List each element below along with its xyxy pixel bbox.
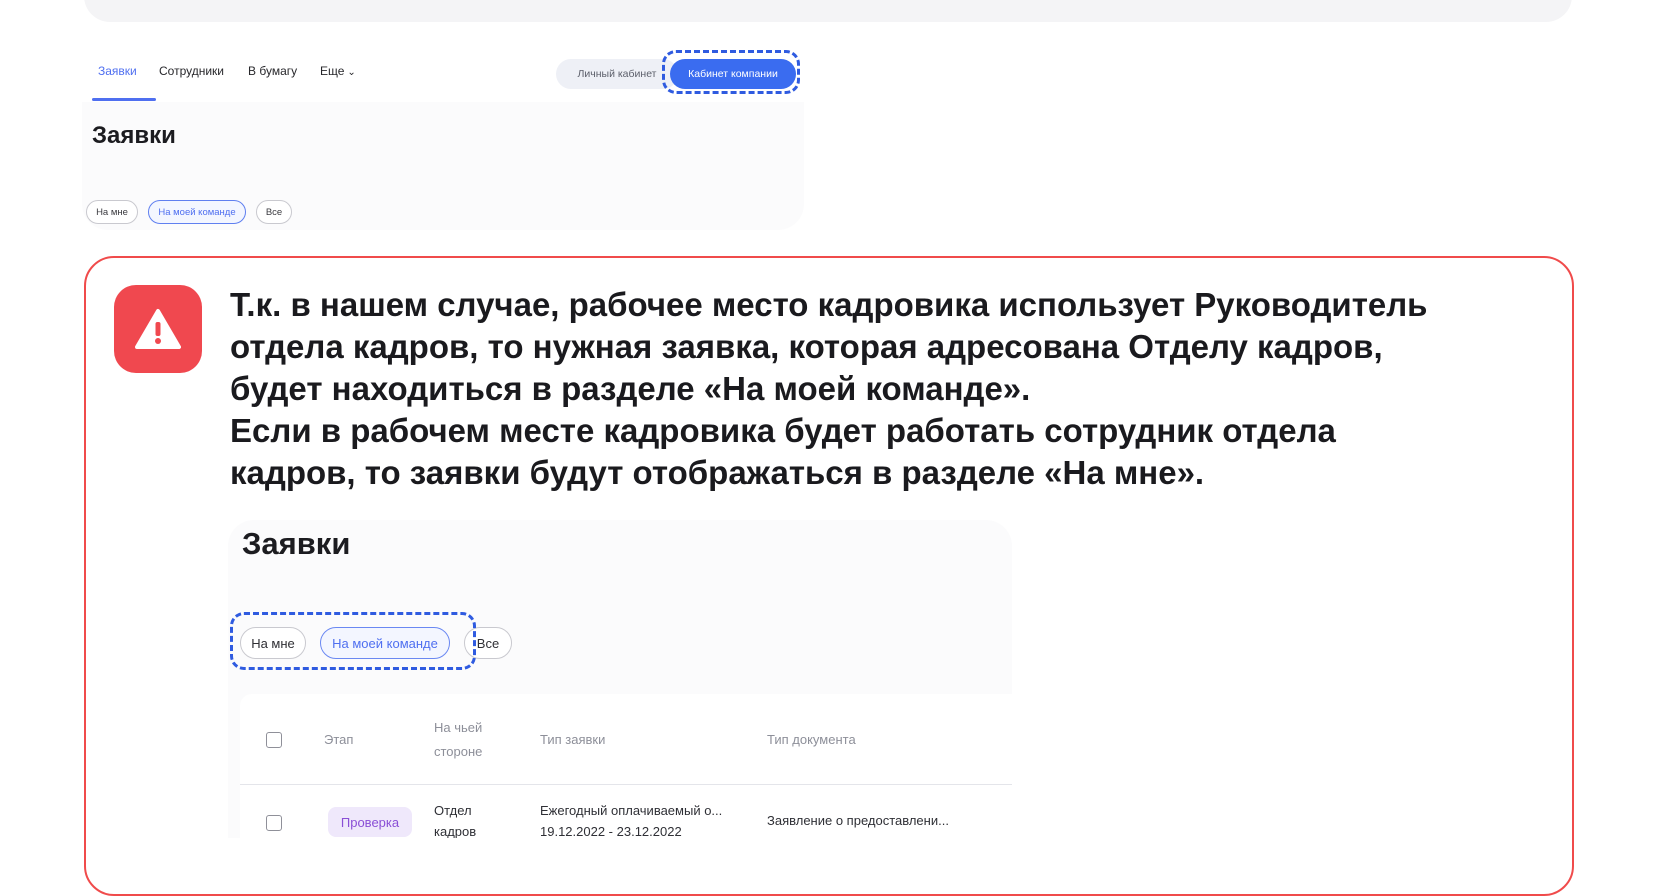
personal-cabinet-button[interactable]: Личный кабинет	[556, 59, 678, 89]
nav-tab-employees[interactable]: Сотрудники	[159, 64, 224, 78]
column-header-side: На чьей стороне	[434, 716, 482, 764]
side-cell-line: кадров	[434, 824, 477, 838]
alert-message: Т.к. в нашем случае, рабочее место кадро…	[230, 284, 1550, 494]
filter-on-me[interactable]: На мне	[86, 200, 138, 224]
column-header-document-type: Тип документа	[767, 732, 856, 747]
chevron-down-icon: ⌄	[347, 67, 356, 78]
filters-highlight	[230, 612, 476, 670]
nav-more-menu[interactable]: Еще ⌄	[320, 64, 356, 78]
nav-tab-to-paper[interactable]: В бумагу	[248, 64, 297, 78]
filter-on-my-team[interactable]: На моей команде	[148, 200, 246, 224]
request-dates: 19.12.2022 - 23.12.2022	[540, 824, 682, 838]
request-type-text: Ежегодный оплачиваемый о...	[540, 803, 723, 818]
alert-line: кадров, то заявки будут отображаться в р…	[230, 454, 1205, 491]
nav-more-label: Еще	[320, 64, 345, 78]
column-header-request-type: Тип заявки	[540, 732, 606, 747]
side-cell-line: Отдел	[434, 803, 472, 818]
alert-box: Т.к. в нашем случае, рабочее место кадро…	[84, 256, 1574, 896]
alert-line: Т.к. в нашем случае, рабочее место кадро…	[230, 286, 1428, 323]
header-divider	[240, 784, 1012, 785]
side-cell: Отдел кадров	[434, 800, 476, 838]
page-title: Заявки	[92, 122, 176, 149]
screenshot-bottom: Заявки На мне На моей команде Все Этап Н…	[228, 520, 1012, 838]
filter-all[interactable]: Все	[256, 200, 292, 224]
top-navigation: Заявки Сотрудники В бумагу Еще ⌄ Личный к…	[82, 50, 804, 102]
alert-line: отдела кадров, то нужная заявка, которая…	[230, 328, 1383, 365]
page-title: Заявки	[242, 526, 351, 561]
active-tab-underline	[92, 98, 156, 101]
nav-tab-requests[interactable]: Заявки	[98, 64, 137, 78]
company-cabinet-highlight	[662, 50, 800, 94]
column-header-side-line: стороне	[434, 744, 483, 759]
requests-table: Этап На чьей стороне Тип заявки Тип доку…	[240, 694, 1012, 838]
screenshot-top: Заявки Сотрудники В бумагу Еще ⌄ Личный к…	[82, 50, 804, 230]
alert-line: будет находиться в разделе «На моей кома…	[230, 370, 1031, 407]
status-badge: Проверка	[328, 807, 412, 837]
row-checkbox[interactable]	[266, 815, 282, 831]
top-panel-edge	[84, 0, 1572, 22]
warning-icon	[114, 285, 202, 373]
document-type-cell[interactable]: Заявление о предоставлени...	[767, 810, 949, 831]
request-type-cell[interactable]: Ежегодный оплачиваемый о... 19.12.2022 -…	[540, 800, 722, 838]
select-all-checkbox[interactable]	[266, 732, 282, 748]
column-header-side-line: На чьей	[434, 720, 483, 735]
alert-line: Если в рабочем месте кадровика будет раб…	[230, 412, 1336, 449]
column-header-stage: Этап	[324, 732, 354, 747]
